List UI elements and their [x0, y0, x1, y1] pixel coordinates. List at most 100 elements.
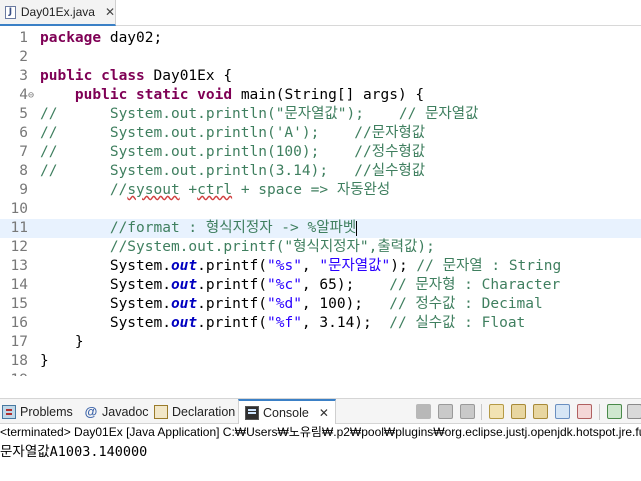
- line-number: 11: [10, 220, 28, 236]
- editor-tab-day01ex[interactable]: J Day01Ex.java ✕: [0, 0, 116, 26]
- java-file-icon: J: [5, 5, 16, 19]
- remove-all-terminated-icon[interactable]: [460, 404, 475, 419]
- code-token: }: [40, 353, 49, 369]
- code-line[interactable]: 8 // System.out.println(3.14); //실수형값: [0, 162, 641, 181]
- code-token: //: [40, 182, 128, 198]
- scroll-lock-icon[interactable]: [511, 404, 526, 419]
- code-token: day02;: [101, 30, 163, 46]
- code-line[interactable]: 1 package day02;: [0, 29, 641, 48]
- code-line[interactable]: 18}: [0, 352, 641, 371]
- code-line[interactable]: 5 // System.out.println("문자열값"); // 문자열값: [0, 105, 641, 124]
- code-line[interactable]: 11 //format : 형식지정자 -> %알파벳: [0, 219, 641, 238]
- code-line[interactable]: 2: [0, 48, 641, 67]
- line-number: 15: [10, 296, 28, 312]
- code-text: }: [40, 333, 84, 352]
- code-token: .printf(: [197, 296, 267, 312]
- code-line[interactable]: 13 System.out.printf("%s", "문자열값"); // 문…: [0, 257, 641, 276]
- code-line[interactable]: 16 System.out.printf("%f", 3.14); // 실수값…: [0, 314, 641, 333]
- code-line[interactable]: 19: [0, 371, 641, 376]
- console-output[interactable]: 문자열값A1003.140000: [0, 443, 641, 461]
- tab-problems[interactable]: Problems: [2, 399, 73, 424]
- line-number: 2: [19, 49, 28, 65]
- code-line[interactable]: 17 }: [0, 333, 641, 352]
- line-number: 9: [19, 182, 28, 198]
- line-number: 16: [10, 315, 28, 331]
- code-editor[interactable]: 1 package day02; 2 3 public class Day01Ex {4…: [0, 27, 641, 376]
- editor-tab-bar: J Day01Ex.java ✕: [0, 0, 641, 26]
- code-token: .printf(: [197, 258, 267, 274]
- code-token: .printf(: [197, 277, 267, 293]
- pin-console-icon[interactable]: [607, 404, 622, 419]
- code-token: // System.out.println('A'); //문자형값: [40, 125, 426, 141]
- problems-icon: [2, 404, 16, 419]
- code-token: // 문자열 : String: [416, 258, 562, 274]
- code-line[interactable]: 15 System.out.printf("%d", 100); // 정수값 …: [0, 295, 641, 314]
- tab-console-label: Console: [263, 405, 309, 420]
- line-number: 19: [8, 371, 28, 376]
- code-token: );: [390, 258, 417, 274]
- fold-collapse-icon[interactable]: ⊖: [28, 86, 34, 105]
- code-token: public: [74, 87, 128, 103]
- console-icon: [245, 405, 259, 420]
- code-line[interactable]: 6 // System.out.println('A'); //문자형값: [0, 124, 641, 143]
- tab-javadoc-label: Javadoc: [102, 404, 149, 419]
- code-token: System.: [40, 277, 171, 293]
- code-text: //format : 형식지정자 -> %알파벳: [40, 219, 358, 238]
- code-line[interactable]: 14 System.out.printf("%c", 65); // 문자형 :…: [0, 276, 641, 295]
- tab-declaration[interactable]: Declaration: [154, 399, 235, 424]
- code-token: , 100);: [301, 296, 390, 312]
- code-token: , 3.14);: [301, 315, 390, 331]
- code-token: // System.out.println(100); //정수형값: [40, 144, 426, 160]
- declaration-icon: [154, 404, 168, 419]
- open-console-icon[interactable]: [627, 404, 641, 419]
- code-token: // System.out.println("문자열값"); // 문자열값: [40, 106, 479, 122]
- code-text: public static void main(String[] args) {: [40, 86, 424, 105]
- line-number: 17: [10, 334, 28, 350]
- code-line[interactable]: 3 public class Day01Ex {: [0, 67, 641, 86]
- line-number: 18: [10, 353, 28, 369]
- clear-console-icon[interactable]: [489, 404, 504, 419]
- code-token: // 문자형 : Character: [389, 277, 561, 293]
- code-token: main(String[] args) {: [232, 87, 425, 103]
- line-number: 10: [10, 201, 28, 217]
- line-number: 8: [19, 163, 28, 179]
- tab-javadoc[interactable]: @ Javadoc: [84, 399, 149, 424]
- code-token: , 65);: [301, 277, 390, 293]
- code-text: //System.out.printf("형식지정자",출력값);: [40, 238, 435, 257]
- show-console-stdout-icon[interactable]: [555, 404, 570, 419]
- code-line[interactable]: 9 //sysout +ctrl + space => 자동완성: [0, 181, 641, 200]
- code-line[interactable]: 12 //System.out.printf("형식지정자",출력값);: [0, 238, 641, 257]
- code-token: System.: [40, 315, 171, 331]
- tab-declaration-label: Declaration: [172, 404, 236, 419]
- code-text: System.out.printf("%s", "문자열값"); // 문자열 …: [40, 257, 561, 276]
- close-icon[interactable]: ✕: [105, 5, 115, 19]
- show-console-stderr-icon[interactable]: [577, 404, 592, 419]
- close-icon[interactable]: ✕: [319, 406, 329, 420]
- tab-console[interactable]: Console ✕: [238, 399, 336, 424]
- word-wrap-icon[interactable]: [533, 404, 548, 419]
- views-tab-bar: Problems @ Javadoc Declaration Console ✕: [0, 398, 641, 424]
- console-status: <terminated> Day01Ex [Java Application] …: [0, 425, 641, 439]
- code-token: //System.out.printf("형식지정자",출력값);: [40, 239, 435, 255]
- code-token: "%f": [267, 315, 302, 331]
- code-line[interactable]: 7 // System.out.println(100); //정수형값: [0, 143, 641, 162]
- text-caret: [356, 220, 358, 236]
- code-line[interactable]: 4 ⊖ public static void main(String[] args…: [0, 86, 641, 105]
- line-number: 1: [19, 30, 28, 46]
- editor-tab-title: Day01Ex.java: [20, 5, 95, 19]
- remove-launch-icon[interactable]: [438, 404, 453, 419]
- terminate-icon[interactable]: [416, 404, 431, 419]
- code-text: System.out.printf("%c", 65); // 문자형 : Ch…: [40, 276, 560, 295]
- code-token: package: [40, 30, 102, 46]
- javadoc-icon: @: [84, 403, 98, 419]
- code-token: }: [40, 334, 84, 350]
- code-token: ,: [301, 258, 320, 274]
- code-token: out: [170, 296, 198, 312]
- code-line[interactable]: 10: [0, 200, 641, 219]
- line-number: 4: [19, 87, 28, 103]
- code-token: System.: [40, 258, 171, 274]
- code-token: "%s": [267, 258, 302, 274]
